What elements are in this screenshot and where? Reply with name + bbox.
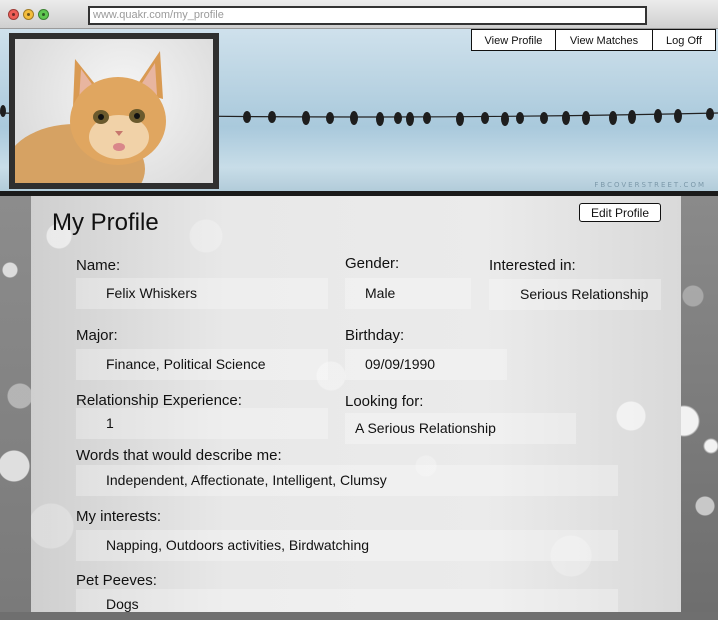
major-value: Finance, Political Science [76,349,328,380]
avatar [15,39,213,183]
interested-in-label: Interested in: [489,257,576,274]
looking-for-label: Looking for: [345,393,424,410]
left-bokeh-margin [0,196,31,612]
interests-label: My interests: [76,508,162,525]
gender-label: Gender: [345,255,400,272]
interested-in-value: Serious Relationship [489,279,661,310]
relationship-experience-label: Relationship Experience: [76,392,242,409]
edit-profile-button[interactable]: Edit Profile [579,203,661,222]
pet-peeves-value: Dogs [76,589,618,612]
major-label: Major: [76,327,118,344]
interests-value: Napping, Outdoors activities, Birdwatchi… [76,530,618,561]
right-bokeh-margin [681,196,718,612]
birthday-label: Birthday: [345,327,405,344]
describe-me-label: Words that would describe me: [76,447,282,464]
view-matches-button[interactable]: View Matches [556,29,653,51]
relationship-experience-value: 1 [76,408,328,439]
gender-value: Male [345,278,471,309]
profile-photo-frame [9,33,219,189]
url-bar[interactable]: www.quakr.com/my_profile [88,6,647,25]
top-navigation: View Profile View Matches Log Off [471,29,716,51]
name-value: Felix Whiskers [76,278,328,309]
view-profile-button[interactable]: View Profile [471,29,556,51]
browser-toolbar: www.quakr.com/my_profile [0,0,718,29]
banner-watermark: FBCOVERSTREET.COM [594,181,706,189]
name-label: Name: [76,257,121,274]
kitten-photo [15,51,166,183]
birthday-value: 09/09/1990 [345,349,507,380]
maximize-window-icon[interactable] [38,9,49,20]
log-off-button[interactable]: Log Off [653,29,716,51]
close-window-icon[interactable] [8,9,19,20]
page-title: My Profile [52,209,159,236]
minimize-window-icon[interactable] [23,9,34,20]
looking-for-value: A Serious Relationship [345,413,576,444]
describe-me-value: Independent, Affectionate, Intelligent, … [76,465,618,496]
pet-peeves-label: Pet Peeves: [76,572,157,589]
